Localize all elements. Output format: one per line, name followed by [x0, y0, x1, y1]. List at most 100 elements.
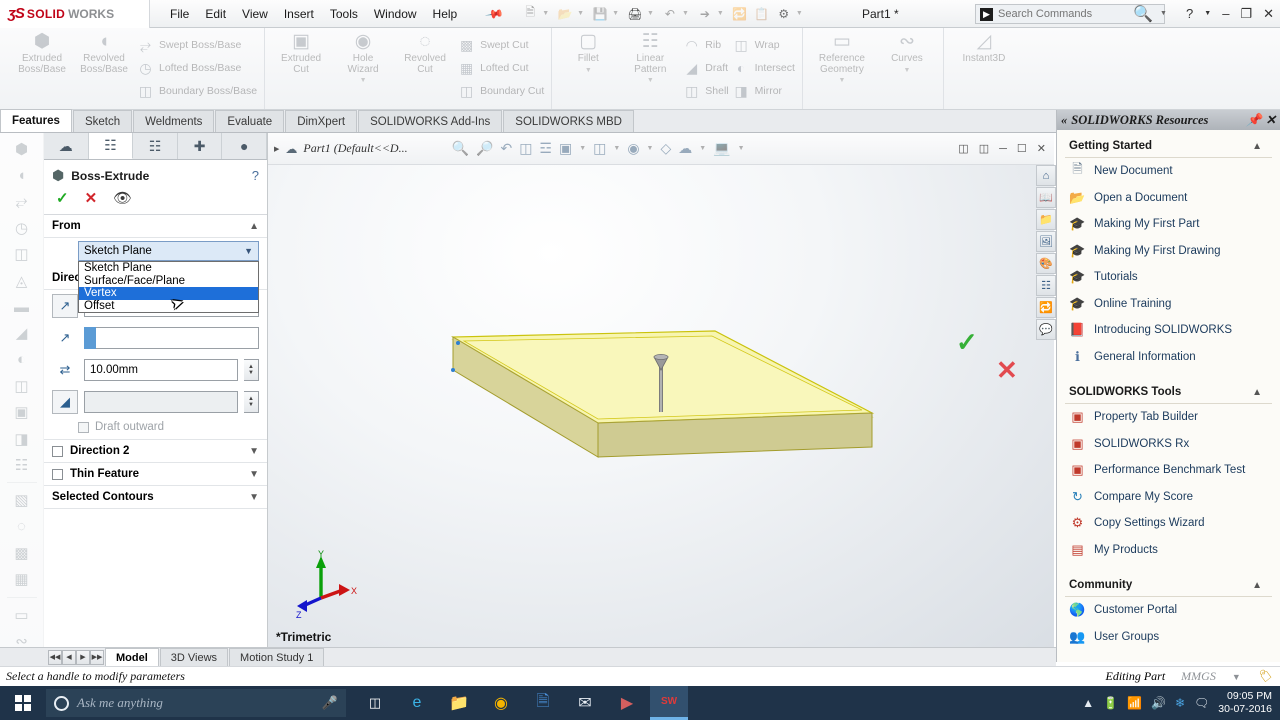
menu-file[interactable]: File	[170, 7, 189, 21]
chevron-up-icon[interactable]: ▲	[1252, 580, 1262, 591]
task-view-icon[interactable]: ◫	[356, 686, 394, 720]
menu-tools[interactable]: Tools	[330, 7, 358, 21]
task-item-introducing-solidworks[interactable]: 📕 Introducing SOLIDWORKS	[1065, 317, 1280, 344]
file-explorer-icon[interactable]: 📁	[440, 686, 478, 720]
tab-solidworks-add-ins[interactable]: SOLIDWORKS Add-Ins	[358, 110, 503, 132]
volume-icon[interactable]: 🔊	[1151, 696, 1166, 710]
draft-angle-input[interactable]	[84, 391, 238, 413]
fillet-button[interactable]: ▢ Fillet ▼	[559, 32, 617, 74]
dropdown-option-offset[interactable]: Offset	[79, 300, 258, 313]
direction2-section-header[interactable]: Direction 2 ▼	[44, 439, 267, 463]
bottom-tab-3d-views[interactable]: 3D Views	[159, 648, 229, 666]
home-icon[interactable]: ⌂	[1036, 165, 1056, 186]
draft-stepper[interactable]: ▲ ▼	[244, 391, 259, 413]
restore-button[interactable]: ❐	[1240, 6, 1252, 22]
undo-icon[interactable]: ↶	[660, 4, 680, 24]
reverse-direction-icon[interactable]: ↗	[52, 294, 78, 318]
wifi-icon[interactable]: 📶	[1127, 696, 1142, 710]
thin-feature-checkbox[interactable]	[52, 468, 63, 480]
reference-geometry-button[interactable]: ▭ Reference Geometry ▼	[810, 32, 874, 85]
tab-solidworks-mbd[interactable]: SOLIDWORKS MBD	[503, 110, 634, 132]
depth-stepper[interactable]: ▲ ▼	[244, 359, 259, 381]
menu-help[interactable]: Help	[433, 7, 458, 21]
rib-icon[interactable]: ▬	[14, 295, 29, 319]
section-community[interactable]: Community ▲	[1065, 573, 1272, 597]
model-svg[interactable]	[268, 165, 1054, 653]
cortana-search-box[interactable]: Ask me anything 🎤	[46, 689, 346, 717]
tile-vertical-icon[interactable]: ◫	[979, 142, 989, 155]
section-solidworks-tools[interactable]: SOLIDWORKS Tools ▲	[1065, 380, 1272, 404]
task-item-property-tab-builder[interactable]: ▣ Property Tab Builder	[1065, 404, 1280, 431]
units-chevron-down-icon[interactable]: ▼	[1232, 672, 1241, 682]
menu-edit[interactable]: Edit	[205, 7, 226, 21]
previous-view-icon[interactable]: ↶	[500, 140, 512, 157]
viewport-confirm-ok[interactable]: ✓	[956, 327, 978, 358]
microphone-icon[interactable]: 🎤	[322, 695, 338, 711]
chevron-down-icon[interactable]: ▼	[738, 145, 745, 152]
word-icon[interactable]: 🗎	[524, 686, 562, 720]
graphics-viewport[interactable]: ✓ ✕ Y X Z *Trimetric	[268, 165, 1054, 653]
task-item-online-training[interactable]: 🎓 Online Training	[1065, 291, 1280, 318]
wrap-button[interactable]: ◫ Wrap	[733, 35, 795, 55]
action-center-icon[interactable]: 🗨	[1194, 696, 1209, 710]
property-manager-tab[interactable]: ☷	[88, 133, 134, 159]
tab-evaluate[interactable]: Evaluate	[215, 110, 285, 132]
open-icon[interactable]: 📂	[555, 4, 575, 24]
task-item-my-products[interactable]: ▤ My Products	[1065, 537, 1280, 564]
tab-dimxpert[interactable]: DimXpert	[285, 110, 358, 132]
snowflake-icon[interactable]: ❄	[1175, 696, 1185, 710]
solidworks-icon[interactable]: SW	[650, 686, 688, 720]
mirror-icon[interactable]: ◨	[14, 427, 28, 451]
lofted-cut-button[interactable]: ▦ Lofted Cut	[458, 58, 544, 78]
menu-window[interactable]: Window	[374, 7, 417, 21]
chevron-down-icon[interactable]: ▼	[360, 77, 367, 84]
prev-tab-button[interactable]: ◀	[62, 649, 76, 665]
expand-tree-icon[interactable]: ▶	[274, 145, 279, 153]
menu-insert[interactable]: Insert	[284, 7, 314, 21]
from-condition-select[interactable]: Sketch Plane ▼	[78, 241, 259, 261]
task-item-compare-my-score[interactable]: ↻ Compare My Score	[1065, 484, 1280, 511]
dome-icon[interactable]: ◐	[17, 348, 26, 372]
chevron-down-icon[interactable]: ▼	[249, 492, 259, 503]
breadcrumb[interactable]: Part1 (Default<<D...	[303, 141, 407, 156]
from-dropdown-list[interactable]: Sketch Plane Surface/Face/Plane Vertex O…	[78, 261, 259, 314]
lofted-boss-base-button[interactable]: ◷ Lofted Boss/Base	[137, 58, 257, 78]
help-icon[interactable]: ?	[252, 168, 259, 183]
shell-icon[interactable]: ◫	[14, 374, 28, 398]
swept-cut-button[interactable]: ▩ Swept Cut	[458, 35, 544, 55]
linear-pattern-icon[interactable]: ☷	[15, 453, 28, 477]
file-properties-icon[interactable]: 📋	[752, 4, 772, 24]
minimize-button[interactable]: –	[1222, 6, 1229, 21]
draft-icon[interactable]: ◢	[16, 321, 28, 345]
swept-boss-base-button[interactable]: ⥂ Swept Boss/Base	[137, 35, 257, 55]
last-tab-button[interactable]: ▶▶	[90, 649, 104, 665]
chevron-up-icon[interactable]: ▲	[1252, 387, 1262, 398]
chevron-down-icon[interactable]: ▼	[249, 469, 259, 480]
render-tools-icon[interactable]: 🎨	[1036, 253, 1056, 274]
cancel-button[interactable]: ✕	[85, 189, 98, 207]
bottom-tab-model[interactable]: Model	[105, 648, 159, 666]
mirror-button[interactable]: ◨ Mirror	[733, 81, 795, 101]
clock[interactable]: 09:05 PM 30-07-2016	[1218, 690, 1272, 716]
depth-input[interactable]: 10.00mm	[84, 359, 238, 381]
new-document-icon[interactable]: 🗎	[520, 4, 540, 24]
pin-icon[interactable]: 📌	[1246, 113, 1262, 128]
chevron-down-icon[interactable]: ▼	[579, 145, 586, 152]
tab-features[interactable]: Features	[0, 109, 72, 132]
display-style-icon[interactable]: ▣	[559, 140, 572, 157]
task-item-general-information[interactable]: ℹ General Information	[1065, 344, 1280, 371]
chevron-down-icon[interactable]: ▼	[647, 77, 654, 84]
wrap-icon[interactable]: ◬	[16, 269, 28, 293]
save-icon[interactable]: 💾	[590, 4, 610, 24]
task-item-performance-benchmark-test[interactable]: ▣ Performance Benchmark Test	[1065, 457, 1280, 484]
preview-eye-icon[interactable]: 👁	[113, 189, 132, 207]
revolved-boss-base-button[interactable]: ◖ Revolved Boss/Base	[75, 32, 133, 75]
chevron-up-icon[interactable]: ▲	[249, 221, 259, 232]
intersect-button[interactable]: ◐ Intersect	[733, 58, 795, 78]
display-states-icon[interactable]: 🖼	[1036, 231, 1056, 252]
shell-button[interactable]: ◫ Shell	[683, 81, 728, 101]
hide-show-icon[interactable]: ◫	[593, 140, 606, 157]
hole-wizard-button[interactable]: ◉ Hole Wizard ▼	[334, 32, 392, 85]
zoom-to-area-icon[interactable]: 🔎	[476, 140, 493, 157]
dropdown-option-sketch-plane[interactable]: Sketch Plane	[79, 262, 258, 275]
